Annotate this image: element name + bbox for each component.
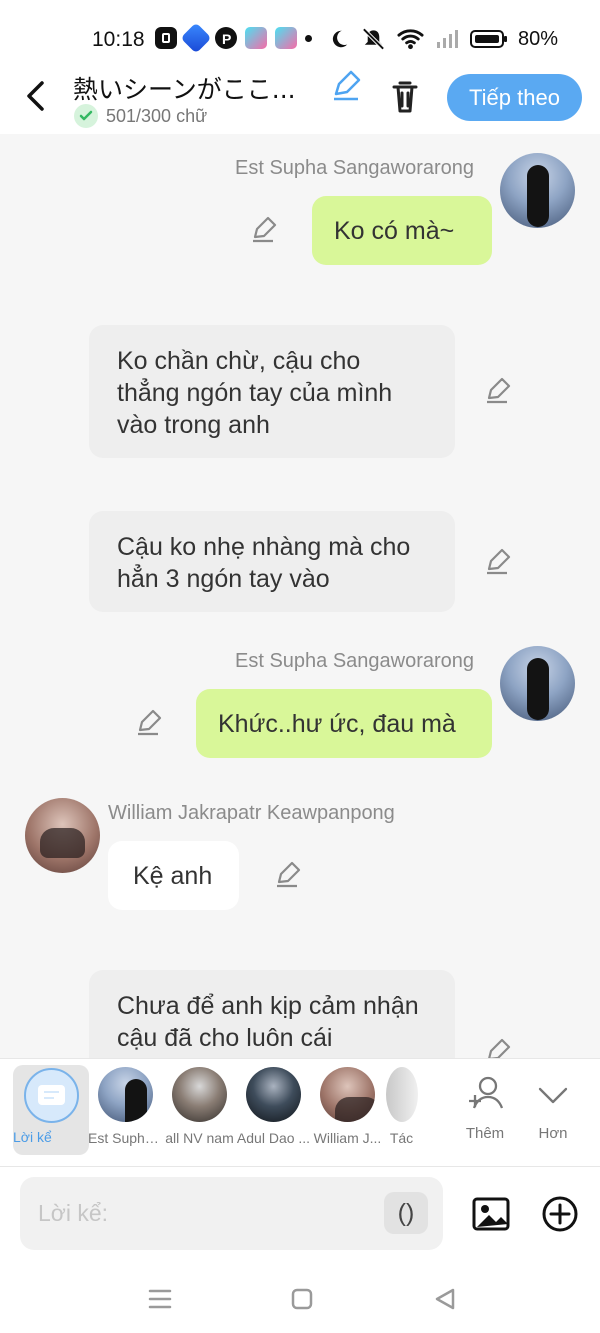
edit-pencil-icon[interactable] [273,861,301,889]
notification-icons: P [155,22,312,54]
home-square-icon[interactable] [286,1283,318,1315]
wifi-icon [397,29,424,50]
pinterest-app-icon: P [215,27,237,49]
edit-pencil-icon[interactable] [249,216,277,244]
dot-icon [305,34,312,42]
character-avatar [98,1067,153,1122]
message-bubble[interactable]: Khức..hư ức, đau mà [196,689,492,758]
narration-bubble[interactable]: Ko chần chừ, cậu cho thẳng ngón tay của … [89,325,455,458]
speaker-name: Est Supha Sangaworarong [235,650,475,672]
narration-icon [23,1068,79,1123]
character-avatar [246,1067,301,1122]
message-composer: () [0,1166,600,1261]
story-title: 熱いシーンがここ... [73,75,296,104]
character-author[interactable]: Tác [384,1067,419,1146]
character-all-nv-nam[interactable]: all NV nam [162,1067,237,1146]
back-triangle-icon[interactable] [429,1283,461,1315]
character-label: William J... [313,1130,382,1146]
battery-percent: 80% [517,27,558,50]
add-person-icon [469,1076,504,1109]
system-navigation [0,1261,600,1333]
edit-pencil-icon[interactable] [483,1038,511,1058]
character-tray: Lời kể Est Supha... all NV nam Adul Dao … [0,1058,600,1166]
character-william[interactable]: William J... [310,1067,385,1146]
narration-character[interactable]: Lời kể [13,1065,89,1155]
add-character-button[interactable]: Thêm [450,1074,520,1142]
speaker-name: William Jakrapatr Keawpanpong [108,802,395,824]
narration-bubble[interactable]: Cậu ko nhẹ nhàng mà cho hẳn 3 ngón tay v… [89,511,455,612]
back-arrow-icon[interactable] [22,78,52,114]
menu-icon[interactable] [144,1283,176,1315]
next-button[interactable]: Tiếp theo [447,74,582,121]
character-list: Est Supha... all NV nam Adul Dao ... Wil… [88,1067,419,1146]
narration-bubble[interactable]: Chưa để anh kịp cảm nhận cậu đã cho luôn… [89,970,455,1058]
battery-icon [469,30,507,48]
est-avatar[interactable] [500,153,575,228]
shopping-app-icon [275,27,297,49]
plus-circle-icon[interactable] [540,1194,580,1234]
collapse-button[interactable]: Hơn [518,1074,588,1142]
signal-icon [436,30,458,48]
moon-icon [332,30,348,48]
cast-app-icon [155,27,177,49]
bell-off-icon [362,27,385,51]
chat-thread: Est Supha Sangaworarong Ko có mà~ Ko chầ… [0,134,600,1058]
chevron-down-icon [538,1087,568,1104]
add-character-label: Thêm [465,1125,505,1142]
william-avatar[interactable] [25,798,100,873]
character-counter: 501/300 chữ [74,104,207,128]
character-avatar [320,1067,375,1122]
shopping-app-icon [245,27,267,49]
edit-pencil-icon[interactable] [483,377,511,405]
character-label: Est Supha... [88,1130,163,1146]
edit-pencil-icon[interactable] [483,548,511,576]
narration-input[interactable] [38,1200,368,1227]
narration-label: Lời kể [13,1129,52,1145]
character-label: Tác [389,1130,414,1146]
character-est[interactable]: Est Supha... [88,1067,163,1146]
edit-title-icon[interactable] [330,70,362,102]
status-time: 10:18 [92,28,145,51]
trash-icon[interactable] [388,78,422,114]
character-avatar [385,1067,418,1122]
message-bubble[interactable]: Ko có mà~ [312,196,492,265]
parentheses-button[interactable]: () [384,1192,428,1234]
character-label: Adul Dao ... [236,1130,311,1146]
speaker-name: Est Supha Sangaworarong [235,157,475,179]
status-right: 80% [328,27,558,51]
character-avatar [172,1067,227,1122]
composer-input-wrap: () [20,1177,443,1250]
message-bubble[interactable]: Kệ anh [108,841,239,910]
character-label: all NV nam [165,1130,234,1146]
counter-label: 501/300 chữ [106,105,208,126]
image-icon[interactable] [471,1194,511,1234]
edit-pencil-icon[interactable] [134,709,162,737]
story-header: 熱いシーンがここ... 501/300 chữ Tiếp theo [0,62,600,134]
browser-app-icon [180,22,212,54]
collapse-label: Hơn [538,1125,568,1142]
character-adul[interactable]: Adul Dao ... [236,1067,311,1146]
check-icon [74,104,98,128]
est-avatar[interactable] [500,646,575,721]
